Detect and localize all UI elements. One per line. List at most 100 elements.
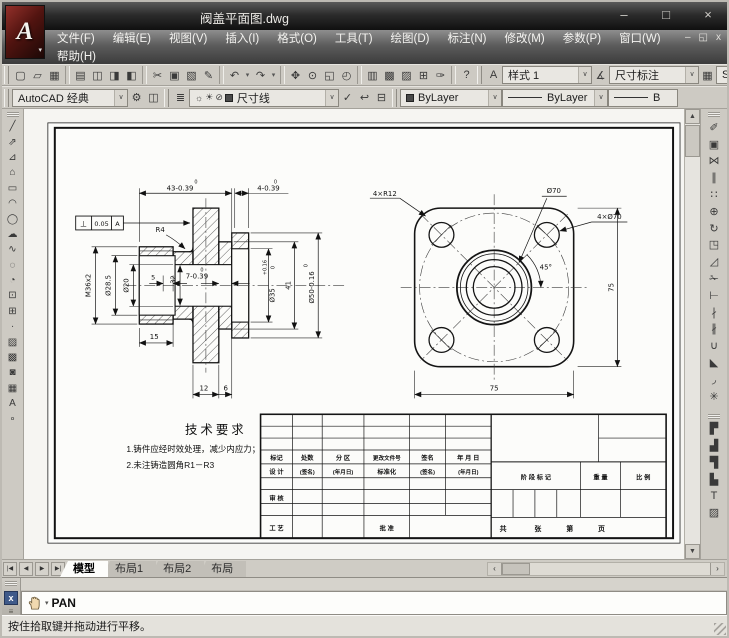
trim-icon[interactable]: ✁ <box>704 270 724 287</box>
toolbar-grip[interactable] <box>708 413 720 419</box>
zoom-window-icon[interactable]: ◱ <box>321 66 338 84</box>
spline-icon[interactable]: ∿ <box>3 242 23 257</box>
redo-icon[interactable]: ↷ <box>252 66 269 84</box>
color-combo[interactable]: ByLayer ∨ <box>400 88 502 107</box>
window-layout-icon[interactable]: ◫ <box>145 89 162 107</box>
polygon-icon[interactable]: ⌂ <box>3 165 23 180</box>
layer-combo[interactable]: ☼ ☀ ⊘ 尺寸线 ∨ <box>189 88 339 107</box>
redo-dropdown-icon[interactable]: ▾ <box>269 66 278 84</box>
bring-to-front-icon[interactable]: ▛ <box>704 421 724 438</box>
chevron-down-icon[interactable]: ∨ <box>114 89 127 106</box>
region-icon[interactable]: ◙ <box>3 365 23 380</box>
point-icon[interactable]: ∙ <box>3 319 23 334</box>
toolbar-icon[interactable] <box>219 66 224 84</box>
copy-icon[interactable]: ▣ <box>166 66 183 84</box>
mdi-minimize-button[interactable]: – <box>685 32 691 43</box>
help-icon[interactable]: ? <box>458 66 475 84</box>
tab-nav-next[interactable]: ▶ <box>35 562 49 576</box>
toolbar-icon[interactable] <box>451 66 456 84</box>
close-icon[interactable]: x <box>4 591 18 605</box>
break-at-point-icon[interactable]: ∤ <box>704 304 724 321</box>
toolbar-grip[interactable] <box>6 112 19 117</box>
scroll-left-icon[interactable]: ‹ <box>488 563 502 575</box>
text-style-combo[interactable]: 样式 1 ∨ <box>502 66 592 84</box>
dim-style-combo[interactable]: 尺寸标注 ∨ <box>609 66 699 84</box>
chevron-down-icon[interactable]: ∨ <box>594 89 607 106</box>
break-icon[interactable]: ∦ <box>704 321 724 338</box>
multiline-text-icon[interactable]: A <box>3 396 23 411</box>
join-icon[interactable]: ∪ <box>704 337 724 354</box>
toolbar-icon[interactable] <box>142 66 147 84</box>
tab-layout[interactable]: 布局 <box>198 561 247 577</box>
layer-properties-icon[interactable]: ≣ <box>172 89 189 107</box>
plot-preview-icon[interactable]: ◫ <box>89 66 106 84</box>
send-to-back-icon[interactable]: ▟ <box>704 437 724 454</box>
menu-modify[interactable]: 修改(M) <box>495 30 553 48</box>
ellipse-arc-icon[interactable]: ◔ <box>3 273 23 288</box>
toolbar-icon[interactable] <box>65 66 70 84</box>
bring-above-objects-icon[interactable]: ▜ <box>704 454 724 471</box>
markup-set-manager-icon[interactable]: ✑ <box>432 66 449 84</box>
ellipse-icon[interactable]: ◌ <box>3 258 23 273</box>
layer-freeze-icon[interactable]: ☀ <box>205 92 213 103</box>
undo-icon[interactable]: ↶ <box>226 66 243 84</box>
scroll-down-icon[interactable]: ▼ <box>685 544 700 559</box>
linetype-combo[interactable]: ByLayer ∨ <box>502 88 608 107</box>
mdi-restore-button[interactable]: ◱ <box>699 32 708 43</box>
vertical-scroll-thumb[interactable] <box>685 125 700 157</box>
make-block-icon[interactable]: ⊞ <box>3 304 23 319</box>
arc-icon[interactable]: ◠ <box>3 196 23 211</box>
extend-icon[interactable]: ⊢ <box>704 287 724 304</box>
undo-dropdown-icon[interactable]: ▾ <box>243 66 252 84</box>
properties-icon[interactable]: ▥ <box>364 66 381 84</box>
scroll-up-icon[interactable]: ▲ <box>685 109 700 124</box>
tab-nav-first[interactable]: |◀ <box>3 562 17 576</box>
workspace-combo[interactable]: AutoCAD 经典 ∨ <box>12 88 128 107</box>
mdi-close-button[interactable]: x <box>716 32 721 43</box>
tab-layout1[interactable]: 布局1 <box>102 561 157 577</box>
offset-icon[interactable]: ∥ <box>704 169 724 186</box>
tab-model[interactable]: 模型 <box>60 561 108 577</box>
hatch-icon[interactable]: ▨ <box>3 334 23 349</box>
chevron-down-icon[interactable]: ∨ <box>325 89 338 106</box>
line-icon[interactable]: ╱ <box>3 119 23 134</box>
command-history[interactable] <box>21 578 727 591</box>
publish-icon[interactable]: ◨ <box>106 66 123 84</box>
toolbar-grip[interactable] <box>164 88 169 107</box>
toolbar-icon[interactable] <box>280 66 285 84</box>
maximize-button[interactable]: □ <box>655 6 677 24</box>
menu-view[interactable]: 视图(V) <box>160 30 216 48</box>
drawing-canvas[interactable]: 43-0.39 0 4-0.39 0 ⊥ 0.05 A R4 M36x2 Ø28… <box>24 109 684 559</box>
open-file-icon[interactable]: ▱ <box>29 66 46 84</box>
command-grip[interactable] <box>5 581 17 586</box>
layer-on-icon[interactable]: ☼ <box>195 93 203 103</box>
table-style-icon[interactable]: ▦ <box>699 66 716 84</box>
menu-draw[interactable]: 绘图(D) <box>382 30 439 48</box>
menu-format[interactable]: 格式(O) <box>268 30 326 48</box>
mirror-icon[interactable]: ⋈ <box>704 153 724 170</box>
vertical-scroll-track[interactable] <box>685 157 700 544</box>
minimize-button[interactable]: – <box>613 6 635 24</box>
text-style-icon[interactable]: A <box>485 66 502 84</box>
circle-icon[interactable]: ◯ <box>3 211 23 226</box>
menu-dimension[interactable]: 标注(N) <box>439 30 496 48</box>
fillet-icon[interactable]: ◞ <box>704 371 724 388</box>
drawing-svg[interactable]: 43-0.39 0 4-0.39 0 ⊥ 0.05 A R4 M36x2 Ø28… <box>24 109 684 559</box>
toolbar-grip[interactable] <box>708 112 720 117</box>
plot-icon[interactable]: ▤ <box>72 66 89 84</box>
chevron-down-icon[interactable]: ∨ <box>488 89 501 106</box>
vertical-scrollbar[interactable]: ▲ ▼ <box>684 109 700 559</box>
designcenter-icon[interactable]: ▩ <box>381 66 398 84</box>
text-to-front-icon[interactable]: T <box>704 488 724 505</box>
command-input-line[interactable]: ▾ PAN <box>21 591 727 615</box>
close-button[interactable]: × <box>697 6 719 24</box>
layer-color-swatch[interactable] <box>224 93 233 102</box>
menu-parametric[interactable]: 参数(P) <box>554 30 610 48</box>
move-icon[interactable]: ⊕ <box>704 203 724 220</box>
toolbar-grip[interactable] <box>392 88 397 107</box>
horizontal-scrollbar[interactable]: ‹ › <box>487 562 725 576</box>
menu-help[interactable]: 帮助(H) <box>48 48 105 66</box>
gradient-icon[interactable]: ▩ <box>3 350 23 365</box>
batch-plot-icon[interactable]: ◧ <box>123 66 140 84</box>
sheet-set-manager-icon[interactable]: ⊞ <box>415 66 432 84</box>
